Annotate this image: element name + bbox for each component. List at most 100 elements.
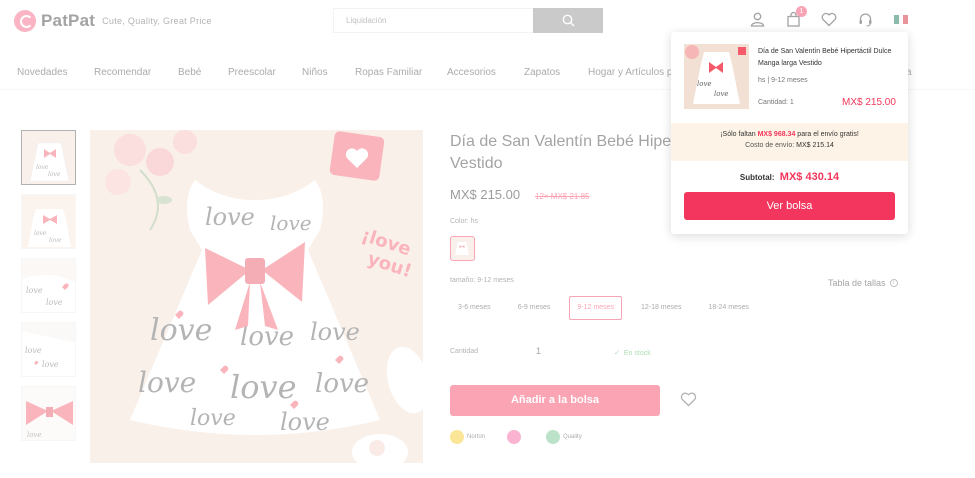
- nav-item-preescolar[interactable]: Preescolar: [228, 67, 276, 78]
- size-option-6-9[interactable]: 6-9 meses: [510, 296, 559, 320]
- thumbnail[interactable]: love love: [21, 130, 76, 185]
- nav-item-accesorios[interactable]: Accesorios: [447, 67, 496, 78]
- support-button[interactable]: [856, 10, 874, 28]
- installment-price: 12× MX$ 21.85: [535, 192, 590, 201]
- thumbnail[interactable]: love love: [21, 322, 76, 377]
- color-swatch-hs[interactable]: [450, 236, 475, 261]
- view-bag-button[interactable]: Ver bolsa: [684, 192, 895, 220]
- headset-icon: [859, 12, 871, 27]
- size-options: 3-6 meses 6-9 meses 9-12 meses 12-18 mes…: [450, 296, 768, 320]
- shipping-cost: Costo de envío: MX$ 215.14: [671, 142, 908, 149]
- svg-text:love: love: [150, 313, 212, 348]
- svg-text:love: love: [49, 237, 62, 244]
- svg-text:love: love: [46, 298, 63, 307]
- dress-product-image: love love love love love love love love …: [90, 130, 423, 463]
- main-product-image[interactable]: love love love love love love love love …: [90, 130, 423, 463]
- size-option-9-12[interactable]: 9-12 meses: [569, 296, 622, 320]
- add-to-bag-button[interactable]: Añadir a la bolsa: [450, 385, 660, 416]
- size-chart-link[interactable]: Tabla de tallas i: [828, 278, 898, 288]
- heart-icon: [680, 392, 697, 407]
- svg-text:love: love: [205, 203, 255, 231]
- svg-text:love: love: [270, 211, 312, 235]
- svg-text:love: love: [280, 408, 330, 436]
- nav-item-hogar[interactable]: Hogar y Artículos p: [588, 67, 672, 78]
- info-icon: i: [889, 279, 898, 287]
- color-label: Color: hs: [450, 218, 479, 225]
- thumbnail-list: love love love love love love love love …: [21, 130, 77, 450]
- size-option-12-18[interactable]: 12-18 meses: [633, 296, 689, 320]
- nav-item-zapatos[interactable]: Zapatos: [524, 67, 560, 78]
- cart-item-image[interactable]: love love: [684, 44, 749, 109]
- search-input[interactable]: [334, 9, 533, 32]
- heart-icon: [821, 12, 837, 26]
- cart-button[interactable]: 1: [784, 6, 807, 28]
- nav-item-recomendar[interactable]: Recomendar: [94, 67, 151, 78]
- dress-cart-image: love love: [684, 44, 749, 109]
- svg-text:love: love: [697, 80, 712, 88]
- header-icons: 1: [748, 6, 928, 28]
- ribbon-icon: [507, 430, 522, 444]
- cart-count-badge: 1: [796, 6, 807, 17]
- check-icon: ✓: [614, 350, 620, 357]
- shipping-cost-value: MX$ 215.14: [796, 142, 834, 149]
- nav-item-ropas-familiar[interactable]: Ropas Familiar: [355, 67, 422, 78]
- thumbnail[interactable]: love: [21, 386, 76, 441]
- svg-text:love: love: [48, 171, 61, 178]
- search-bar: [333, 8, 603, 33]
- size-label: tamaño: 9-12 meses: [450, 277, 514, 284]
- add-to-wishlist-button[interactable]: [680, 392, 697, 412]
- svg-text:love: love: [714, 90, 729, 98]
- quantity-label: Cantidad: [450, 348, 479, 355]
- cart-item-variant: hs | 9-12 meses: [758, 77, 808, 84]
- cart-item-title[interactable]: Día de San Valentín Bebé Hipertáctil Dul…: [758, 46, 898, 70]
- quality-label: Quality: [563, 434, 582, 440]
- nav-item-ninos[interactable]: Niños: [302, 67, 328, 78]
- free-shipping-banner: ¡Sólo faltan MX$ 968.34 para el envío gr…: [671, 123, 908, 161]
- wishlist-button[interactable]: [820, 10, 838, 28]
- svg-text:love: love: [315, 369, 369, 399]
- size-option-18-24[interactable]: 18-24 meses: [700, 296, 756, 320]
- award-badge: [507, 430, 524, 444]
- patpat-logo[interactable]: PatPat Cute, Quality, Great Price: [14, 10, 212, 32]
- account-button[interactable]: [748, 10, 766, 28]
- cart-item-quantity: Cantidad: 1: [758, 99, 794, 106]
- quantity-stepper[interactable]: 1: [536, 346, 541, 356]
- svg-text:love: love: [36, 164, 49, 171]
- search-icon: [562, 14, 574, 27]
- logo-tagline: Cute, Quality, Great Price: [102, 16, 212, 26]
- norton-label: Norton: [467, 434, 486, 440]
- dress-thumbnail-image: love love: [22, 195, 75, 248]
- logo-mark-icon: [14, 10, 36, 32]
- cart-subtotal: Subtotal: MX$ 430.14: [671, 171, 908, 183]
- subtotal-label: Subtotal:: [739, 173, 775, 182]
- svg-text:love: love: [27, 431, 42, 439]
- svg-text:love: love: [310, 318, 360, 346]
- nav-item-bebe[interactable]: Bebé: [178, 67, 201, 78]
- svg-text:love: love: [230, 368, 297, 406]
- size-option-3-6[interactable]: 3-6 meses: [450, 296, 499, 320]
- trust-badges: Norton Quality: [450, 430, 604, 444]
- norton-check-icon: [450, 430, 464, 444]
- norton-badge: Norton: [450, 430, 485, 444]
- thumbnail[interactable]: love love: [21, 258, 76, 313]
- shipping-remaining-amount: MX$ 968.34: [757, 131, 796, 138]
- size-chart-label: Tabla de tallas: [828, 278, 886, 288]
- shipping-prefix: ¡Sólo faltan: [720, 131, 756, 138]
- dress-bow-detail-image: love: [22, 387, 75, 440]
- nav-item-novedades[interactable]: Novedades: [17, 67, 68, 78]
- dress-detail-image: love love: [22, 259, 75, 312]
- stock-text: En stock: [623, 349, 651, 357]
- product-price: MX$ 215.00: [450, 187, 521, 202]
- thumbnail[interactable]: love love: [21, 194, 76, 249]
- cart-item-price: MX$ 215.00: [842, 97, 896, 108]
- mexico-flag-icon: [894, 14, 909, 24]
- user-icon: [750, 12, 764, 27]
- subtotal-value: MX$ 430.14: [779, 171, 840, 183]
- free-shipping-message: ¡Sólo faltan MX$ 968.34 para el envío gr…: [671, 131, 908, 138]
- search-button[interactable]: [533, 8, 603, 33]
- svg-text:love: love: [42, 360, 59, 369]
- logo-name: PatPat: [41, 11, 96, 30]
- country-selector[interactable]: [892, 10, 910, 28]
- mini-cart-popup: love love Día de San Valentín Bebé Hiper…: [671, 32, 908, 234]
- quality-icon: [546, 430, 561, 444]
